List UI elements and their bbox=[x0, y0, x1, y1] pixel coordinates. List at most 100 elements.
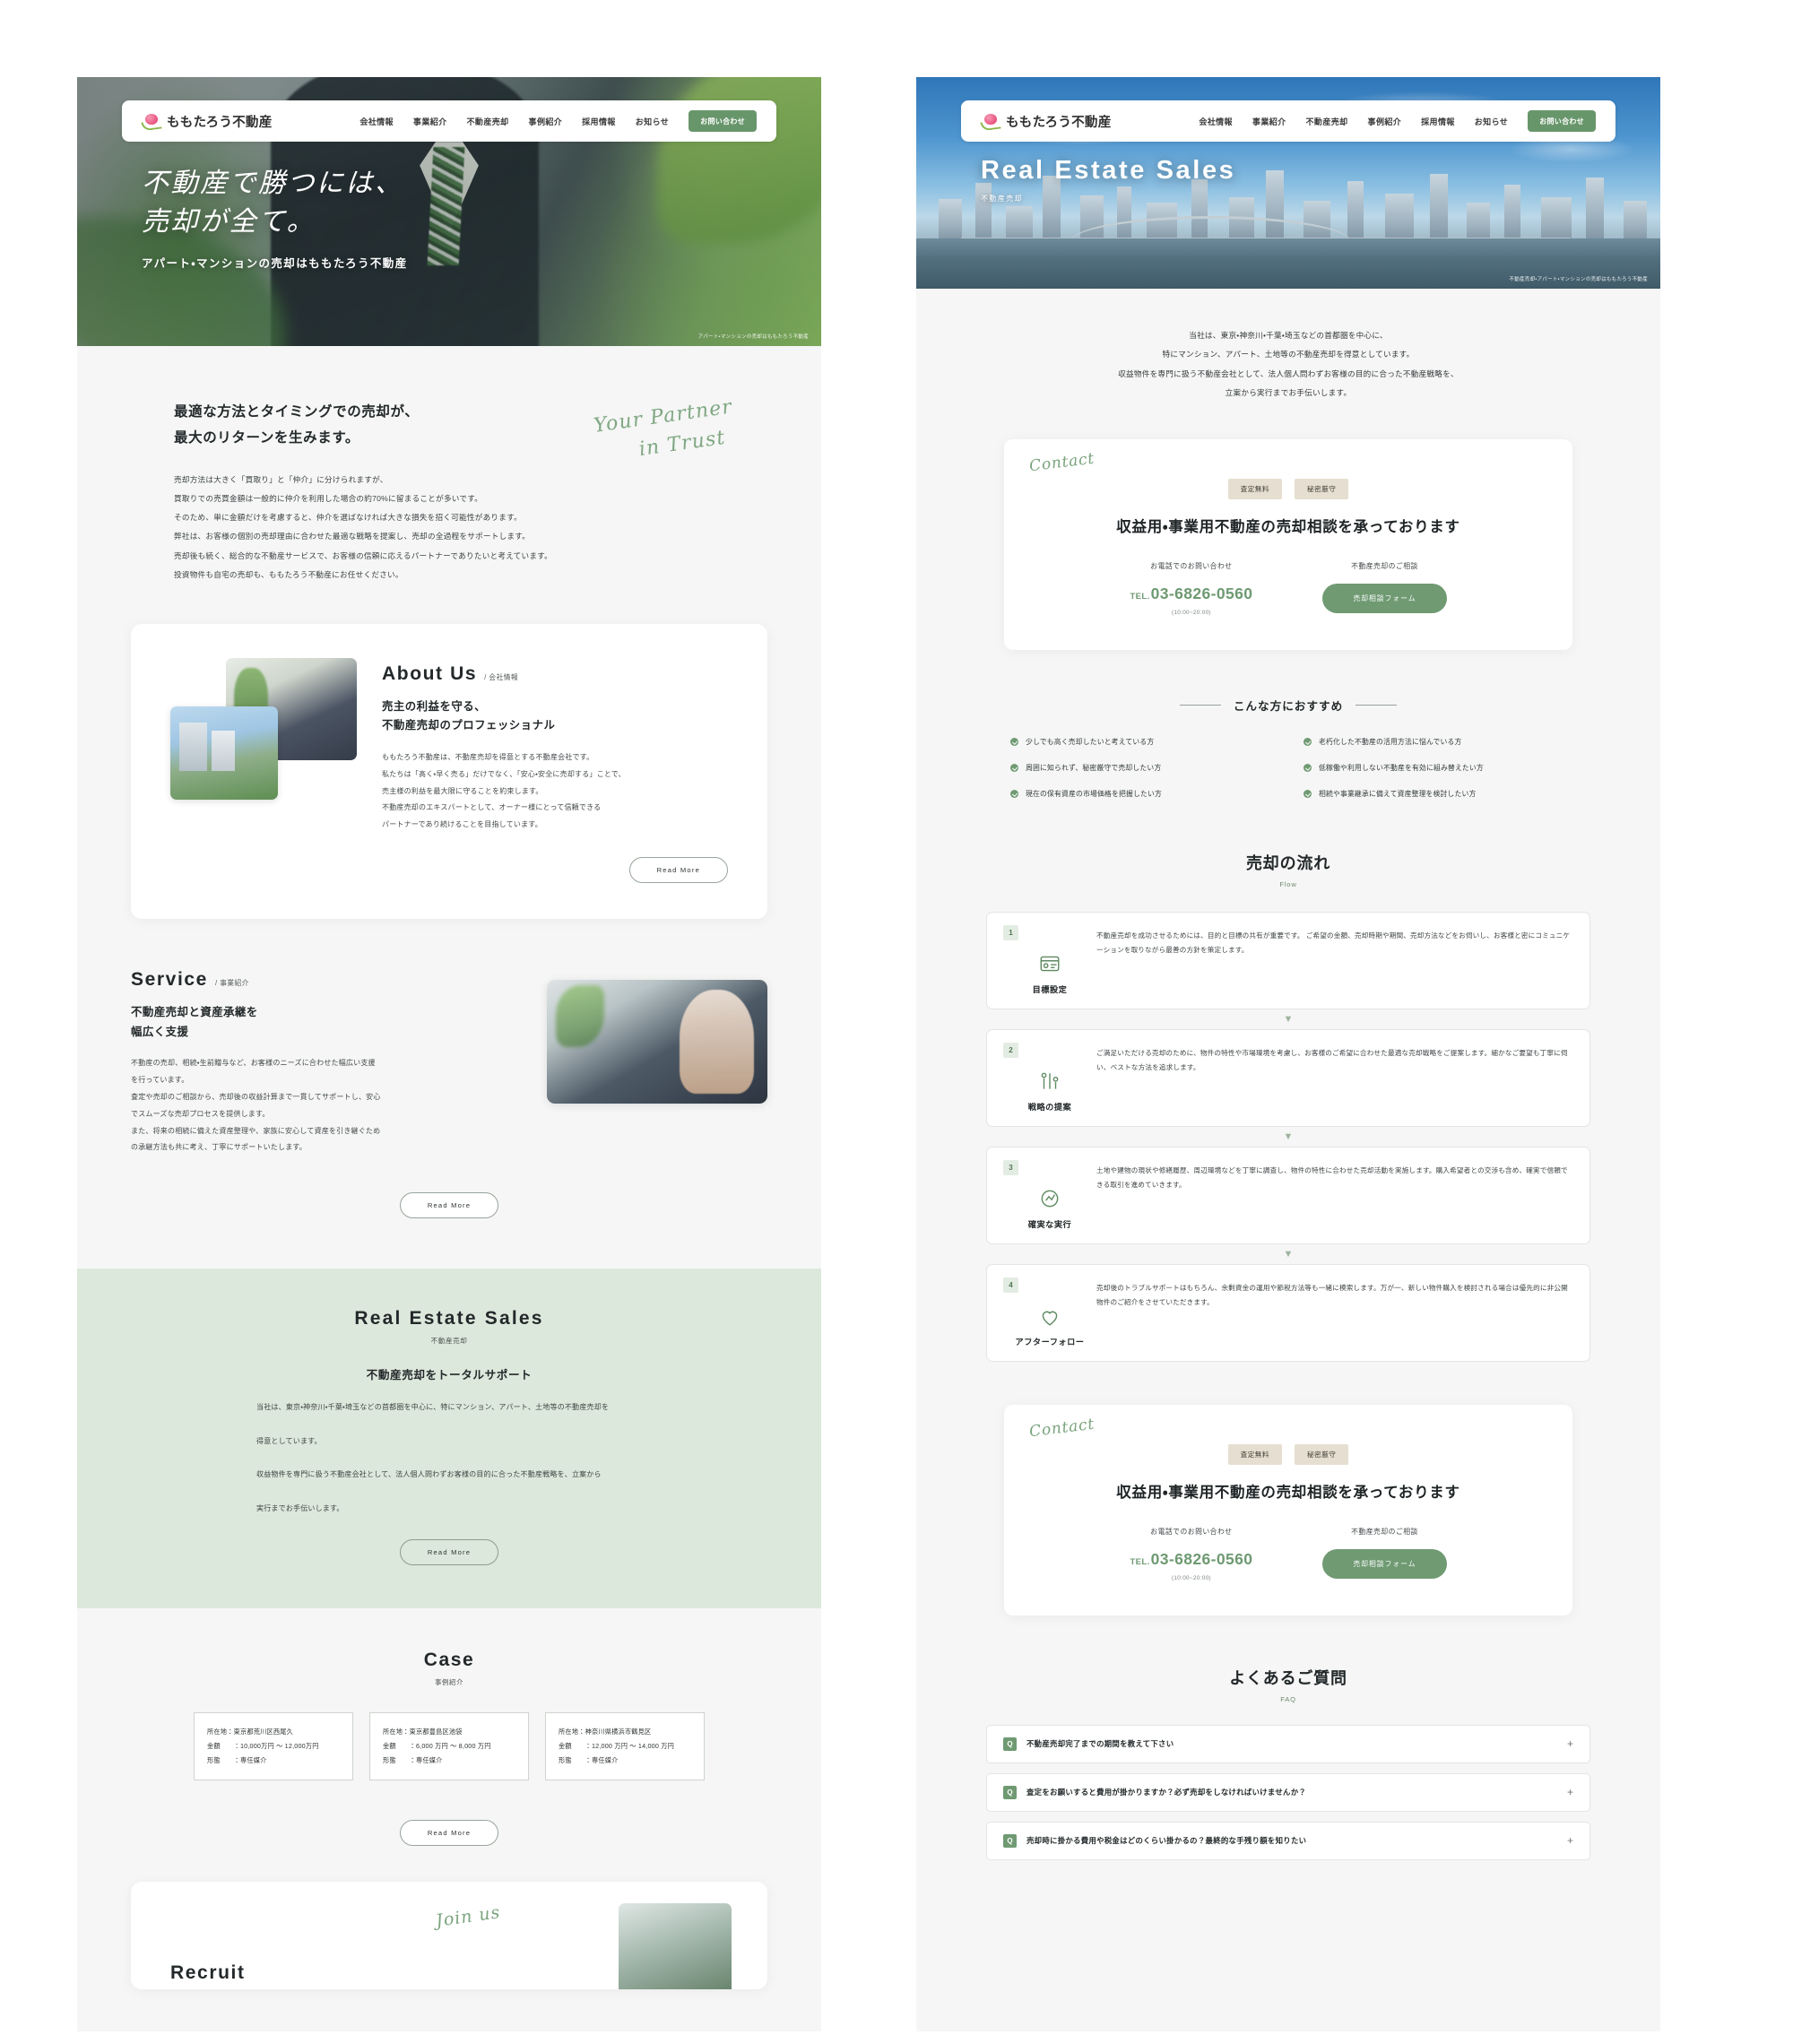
recommend-item: 現在の保有資産の市場価格を把握したい方 bbox=[1010, 789, 1273, 799]
flow-step-number: 1 bbox=[1003, 924, 1018, 940]
faq-title: よくあるご質問 bbox=[1229, 1668, 1347, 1687]
recommend-item: 周囲に知られず、秘密厳守で売却したい方 bbox=[1010, 763, 1273, 773]
home-page-mockup: 不動産で勝つには、 売却が全て。 アパート・マンションの売却はももたろう不動産 … bbox=[77, 77, 821, 2031]
tag-free-appraisal: 査定無料 bbox=[1227, 478, 1282, 499]
recruit-heading-en: Recruit bbox=[170, 1962, 246, 1984]
nav-item-case[interactable]: 事例紹介 bbox=[529, 116, 563, 127]
intro-para-2: そのため、単に金額だけを考慮すると、仲介を選ばなければ大きな損失を招く可能性があ… bbox=[174, 513, 522, 523]
about-read-more-button[interactable]: Read More bbox=[628, 857, 728, 884]
check-icon bbox=[1304, 789, 1312, 798]
about-heading: About Us / 会社情報 bbox=[382, 663, 728, 685]
service-heading-jp: / 事業紹介 bbox=[214, 979, 249, 988]
nav-item-news[interactable]: お知らせ bbox=[1475, 116, 1508, 127]
hero-necktie-shape bbox=[427, 147, 465, 265]
contact-script-text: Contact bbox=[1028, 449, 1096, 476]
sales-consult-form-button[interactable]: 売却相談フォーム bbox=[1322, 583, 1447, 613]
contact-form-col: 不動産売却のご相談 売却相談フォーム bbox=[1322, 1527, 1447, 1579]
brand-name: ももたろう不動産 bbox=[1006, 115, 1112, 130]
logo[interactable]: ももたろう不動産 bbox=[142, 112, 273, 131]
case-card[interactable]: 所在地：東京都豊島区池袋 金額 ：6,000 万円 〜 8,000 万円 形態 … bbox=[369, 1711, 529, 1781]
faq-row[interactable]: Q 不動産売却完了までの期間を教えて下さい + bbox=[986, 1724, 1590, 1763]
recommend-item: 老朽化した不動産の活用方法に悩んでいる方 bbox=[1304, 737, 1566, 747]
flow-step: 1 目標設定 不動産売却を成功させるためには、目的と目標の共有が重要です。 ご希… bbox=[986, 911, 1590, 1009]
contact-tags: 査定無料 秘密厳守 bbox=[1004, 1443, 1572, 1465]
recommend-item-label: 現在の保有資産の市場価格を把握したい方 bbox=[1026, 789, 1162, 798]
peach-icon bbox=[142, 114, 161, 128]
nav-item-company[interactable]: 会社情報 bbox=[1199, 116, 1233, 127]
recruit-section: Recruit Join us bbox=[131, 1882, 767, 1990]
faq-row[interactable]: Q 売却時に掛かる費用や税金はどのくらい掛かるの？最終的な手残り額を知りたい + bbox=[986, 1821, 1590, 1860]
contact-tel[interactable]: TEL. 03-6826-0560 bbox=[1130, 585, 1252, 603]
case-heading-en: Case bbox=[423, 1649, 475, 1670]
sales-band-para-1: 得意としています。 bbox=[256, 1436, 322, 1445]
sales-lead-line-3: 立案から実行までお手伝いします。 bbox=[1225, 388, 1352, 398]
faq-section: よくあるご質問 FAQ Q 不動産売却完了までの期間を教えて下さい + Q 査定… bbox=[916, 1666, 1660, 1897]
check-icon bbox=[1010, 737, 1018, 746]
case-card[interactable]: 所在地：東京都荒川区西尾久 金額 ：10,000万円 〜 12,000万円 形態… bbox=[194, 1711, 353, 1781]
sales-band-heading-en: Real Estate Sales bbox=[354, 1308, 544, 1329]
contact-button[interactable]: お問い合わせ bbox=[1528, 110, 1596, 132]
nav-item-service[interactable]: 事業紹介 bbox=[413, 116, 447, 127]
contact-tags: 査定無料 秘密厳守 bbox=[1004, 478, 1572, 499]
recommend-item-label: 老朽化した不動産の活用方法に悩んでいる方 bbox=[1319, 737, 1462, 746]
flow-step-number: 3 bbox=[1003, 1159, 1018, 1175]
tag-confidentiality: 秘密厳守 bbox=[1295, 1443, 1349, 1465]
contact-tel-label: お電話でのお問い合わせ bbox=[1150, 561, 1233, 570]
contact-button[interactable]: お問い合わせ bbox=[689, 110, 757, 132]
expand-icon[interactable]: + bbox=[1567, 1738, 1573, 1749]
case-read-more-button[interactable]: Read More bbox=[399, 1820, 499, 1847]
logo[interactable]: ももたろう不動産 bbox=[981, 112, 1112, 131]
question-badge: Q bbox=[1003, 1737, 1017, 1751]
service-para-1: を行っています。 bbox=[131, 1076, 189, 1085]
faq-question: 売却時に掛かる費用や税金はどのくらい掛かるの？最終的な手残り額を知りたい bbox=[1026, 1836, 1307, 1846]
hero-credit-text: アパート・マンションの売却はももたろう不動産 bbox=[697, 334, 809, 340]
recommend-item: 少しでも高く売却したいと考えている方 bbox=[1010, 737, 1273, 747]
recommend-heading: こんな方におすすめ bbox=[916, 697, 1660, 714]
hero-subtitle: アパート・マンションの売却はももたろう不動産 bbox=[142, 257, 408, 271]
faq-subtitle: FAQ bbox=[1280, 1694, 1296, 1703]
flow-step: 4 アフターフォロー 売却後のトラブルサポートはもちろん、余剰資金の運用や節税方… bbox=[986, 1263, 1590, 1362]
nav-item-news[interactable]: お知らせ bbox=[636, 116, 669, 127]
nav-item-company[interactable]: 会社情報 bbox=[359, 116, 394, 127]
contact-heading: 収益用・事業用不動産の売却相談を承っております bbox=[1116, 1484, 1460, 1501]
recommend-section: こんな方におすすめ 少しでも高く売却したいと考えている方 老朽化した不動産の活用… bbox=[916, 697, 1660, 799]
about-subheading-line1: 売主の利益を守る、 bbox=[382, 699, 487, 713]
nav-item-sales[interactable]: 不動産売却 bbox=[467, 116, 509, 127]
nav-item-recruit[interactable]: 採用情報 bbox=[582, 116, 616, 127]
sales-consult-form-button[interactable]: 売却相談フォーム bbox=[1322, 1548, 1447, 1579]
question-badge: Q bbox=[1003, 1833, 1017, 1848]
nav-item-recruit[interactable]: 採用情報 bbox=[1421, 116, 1455, 127]
contact-tel-hours: (10:00~20:00) bbox=[1171, 1574, 1211, 1581]
contact-tel[interactable]: TEL. 03-6826-0560 bbox=[1130, 1550, 1252, 1569]
sales-band-para-0: 当社は、東京・神奈川・千葉・埼玉などの首都圏を中心に、特にマンション、アパート、… bbox=[256, 1403, 610, 1412]
case-card[interactable]: 所在地：神奈川県横浜市鶴見区 金額 ：12,000 万円 〜 14,000 万円… bbox=[545, 1711, 705, 1781]
expand-icon[interactable]: + bbox=[1567, 1835, 1573, 1846]
contact-form-label: 不動産売却のご相談 bbox=[1351, 561, 1418, 570]
sales-lead-line-0: 当社は、東京・神奈川・千葉・埼玉などの首都圏を中心に、 bbox=[1189, 331, 1388, 340]
service-heading-en: Service bbox=[131, 969, 208, 991]
contact-card-top: Contact 査定無料 秘密厳守 収益用・事業用不動産の売却相談を承っておりま… bbox=[1004, 438, 1572, 650]
case-heading-jp: 事例紹介 bbox=[435, 1677, 463, 1686]
contact-form-label: 不動産売却のご相談 bbox=[1351, 1527, 1418, 1536]
sales-band-heading-jp: 不動産売却 bbox=[430, 1337, 468, 1346]
sales-page-mockup: Real Estate Sales 不動産売却 不動産売却・アパート・マンション… bbox=[916, 77, 1660, 2031]
sales-hero-credit: 不動産売却・アパート・マンションの売却はももたろう不動産 bbox=[1509, 277, 1648, 282]
nav-item-sales[interactable]: 不動産売却 bbox=[1306, 116, 1348, 127]
nav-item-service[interactable]: 事業紹介 bbox=[1252, 116, 1286, 127]
tel-prefix: TEL. bbox=[1130, 1556, 1150, 1567]
about-card: About Us / 会社情報 売主の利益を守る、 不動産売却のプロフェッショナ… bbox=[131, 623, 767, 920]
execute-icon bbox=[1037, 1186, 1062, 1211]
sales-hero-subtitle: 不動産売却 bbox=[981, 195, 1023, 203]
about-heading-en: About Us bbox=[382, 663, 478, 684]
flow-step-body: 売却後のトラブルサポートはもちろん、余剰資金の運用や節税方法等も一緒に模索します… bbox=[1096, 1283, 1568, 1306]
nav-item-case[interactable]: 事例紹介 bbox=[1368, 116, 1402, 127]
contact-heading: 収益用・事業用不動産の売却相談を承っております bbox=[1116, 518, 1460, 535]
faq-row[interactable]: Q 査定をお願いすると費用が掛かりますか？必ず売却をしなければいけませんか？ + bbox=[986, 1772, 1590, 1812]
service-read-more-button[interactable]: Read More bbox=[399, 1192, 499, 1219]
sales-lead-line-1: 特にマンション、アパート、土地等の不動産売却を得意としています。 bbox=[1162, 350, 1415, 359]
check-icon bbox=[1010, 763, 1018, 772]
intro-para-1: 買取りでの売買金額は一般的に仲介を利用した場合の約70%に留まることが多いです。 bbox=[174, 494, 483, 504]
expand-icon[interactable]: + bbox=[1567, 1787, 1573, 1797]
about-para-3: 不動産売却のエキスパートとして、オーナー様にとって信頼できる bbox=[382, 803, 602, 812]
sales-band-read-more-button[interactable]: Read More bbox=[399, 1538, 499, 1565]
